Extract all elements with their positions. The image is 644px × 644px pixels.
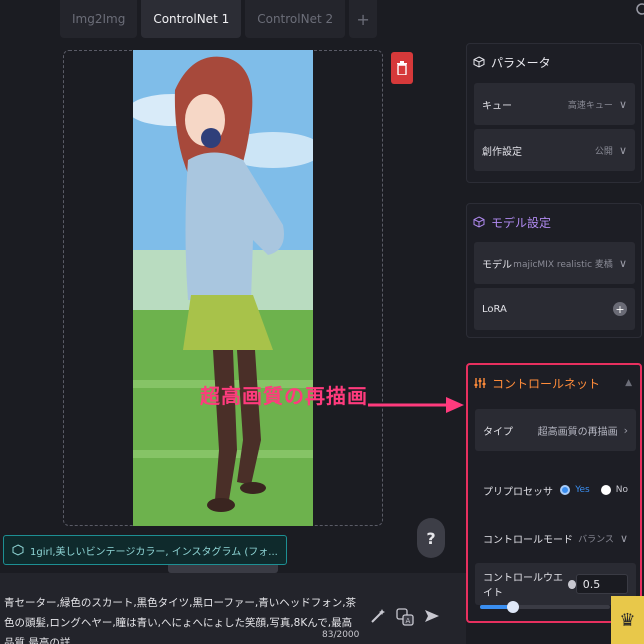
- no-label: No: [615, 485, 628, 495]
- creation-setting-label: 創作設定: [482, 146, 522, 158]
- add-lora-button[interactable]: +: [613, 302, 627, 316]
- tab-bar: Img2Img ControlNet 1 ControlNet 2 +: [60, 0, 378, 38]
- model-select[interactable]: モデル majicMIX realistic 麦橘 ∨: [474, 242, 635, 284]
- queue-value: 高速キュー: [567, 100, 613, 111]
- model-panel: モデル設定 モデル majicMIX realistic 麦橘 ∨ LoRA +: [466, 203, 642, 338]
- model-title-row: モデル設定: [467, 204, 641, 240]
- tab-controlnet-2[interactable]: ControlNet 2: [245, 0, 346, 38]
- controlnet-panel: コントロールネット ▲ タイプ 超高画質の再描画 › プリプロセッサ Yes No…: [466, 363, 642, 623]
- chevron-down-icon: ∨: [618, 143, 627, 157]
- model-label: モデル: [482, 259, 512, 271]
- preprocessor-row: プリプロセッサ Yes No: [475, 469, 636, 511]
- delete-image-button[interactable]: [391, 52, 413, 84]
- chevron-right-icon: ›: [623, 423, 628, 437]
- cube-icon: [12, 544, 24, 556]
- preprocessor-no-radio[interactable]: [600, 485, 611, 495]
- tab-img2img[interactable]: Img2Img: [60, 0, 138, 38]
- lora-label: LoRA: [482, 303, 507, 315]
- svg-text:A: A: [406, 617, 411, 625]
- model-title: モデル設定: [491, 215, 552, 230]
- prompt-suggestion-chip[interactable]: 1girl,美しいビンテージカラー, インスタグラム (フォ...: [3, 535, 287, 565]
- queue-select[interactable]: キュー 高速キュー ∨: [474, 83, 635, 125]
- type-label: タイプ: [483, 426, 513, 438]
- chevron-down-icon: ∨: [618, 97, 627, 111]
- chevron-down-icon: ∨: [618, 256, 627, 270]
- info-icon[interactable]: [568, 579, 576, 589]
- control-weight-label: コントロールウエイト: [483, 573, 563, 599]
- send-icon[interactable]: [424, 608, 440, 628]
- add-tab-button[interactable]: +: [349, 0, 378, 38]
- cube-icon: [473, 56, 485, 68]
- control-weight-input[interactable]: 0.5: [575, 574, 628, 594]
- app-root: Img2Img ControlNet 1 ControlNet 2 + 超高画質…: [0, 0, 644, 644]
- model-value: majicMIX realistic 麦橘: [513, 259, 613, 270]
- parameters-title-row: パラメータ: [467, 44, 641, 80]
- anime-girl-illustration: [133, 50, 313, 526]
- chevron-down-icon: ∨: [619, 531, 628, 545]
- control-mode-select[interactable]: コントロールモード バランス ∨: [475, 517, 636, 559]
- character-counter: 83/2000: [322, 630, 360, 640]
- settings-icon[interactable]: [633, 2, 644, 16]
- help-button[interactable]: ?: [417, 518, 445, 558]
- control-mode-value: バランス: [578, 534, 614, 545]
- parameters-title: パラメータ: [491, 55, 551, 70]
- translate-icon[interactable]: A: [396, 608, 414, 630]
- crown-icon: ♛: [611, 596, 644, 644]
- magic-wand-icon[interactable]: [370, 608, 386, 628]
- controlnet-type-select[interactable]: タイプ 超高画質の再描画 ›: [475, 409, 636, 451]
- preprocessor-yes-radio[interactable]: [560, 485, 571, 495]
- sliders-icon: [474, 378, 486, 388]
- preprocessor-label: プリプロセッサ: [483, 486, 553, 498]
- uploaded-image: [133, 50, 313, 526]
- control-mode-label: コントロールモード: [483, 534, 573, 546]
- parameters-panel: パラメータ キュー 高速キュー ∨ 創作設定 公開 ∨: [466, 43, 642, 183]
- cube-icon: [473, 216, 485, 228]
- type-value: 超高画質の再描画: [537, 426, 618, 438]
- collapse-icon[interactable]: ▲: [625, 378, 632, 388]
- prompt-bar: 青セーター,緑色のスカート,黒色タイツ,黒ローファー,青いヘッドフォン,茶色の頭…: [0, 573, 466, 644]
- queue-label: キュー: [482, 100, 512, 112]
- yes-label: Yes: [575, 485, 590, 495]
- trash-icon: [397, 61, 407, 75]
- prompt-input[interactable]: 青セーター,緑色のスカート,黒色タイツ,黒ローファー,青いヘッドフォン,茶色の頭…: [4, 593, 358, 644]
- controlnet-title: コントロールネット: [492, 376, 601, 391]
- chip-text: 1girl,美しいビンテージカラー, インスタグラム (フォ...: [30, 546, 278, 558]
- tab-controlnet-1[interactable]: ControlNet 1: [141, 0, 242, 38]
- creation-setting-select[interactable]: 創作設定 公開 ∨: [474, 129, 635, 171]
- creation-setting-value: 公開: [594, 146, 613, 157]
- annotation-label: 超高画質の再描画: [200, 384, 368, 408]
- lora-row: LoRA +: [474, 288, 635, 330]
- controlnet-title-row: コントロールネット ▲: [468, 365, 640, 401]
- annotation-arrow-icon: [368, 397, 464, 413]
